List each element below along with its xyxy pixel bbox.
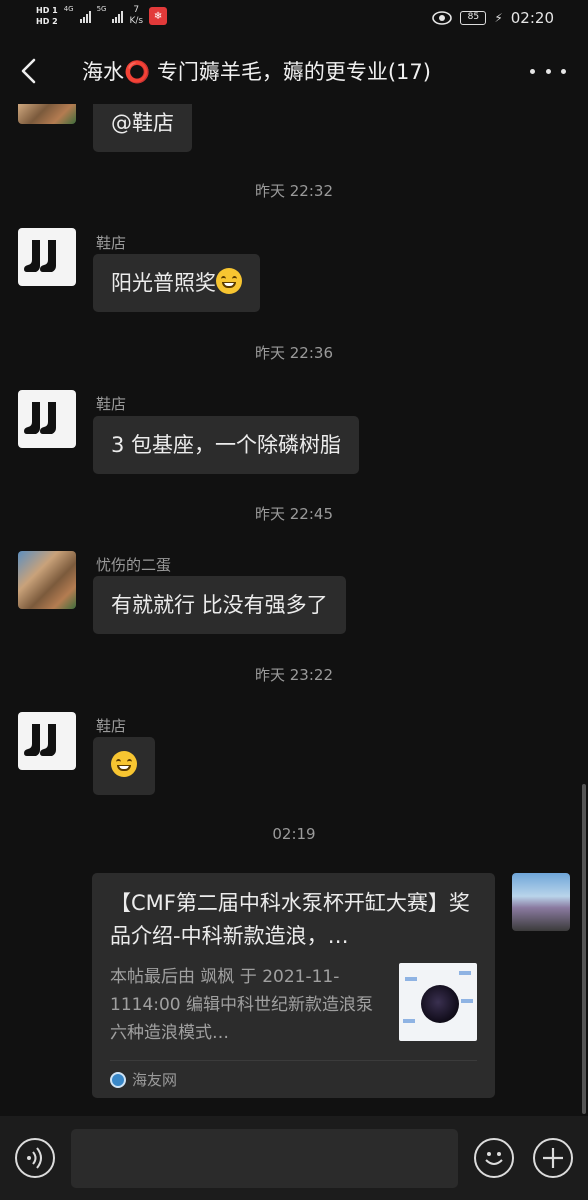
status-left: HD 1 HD 2 4G 5G 7 K/s ❄: [36, 5, 168, 27]
net-speed-unit: K/s: [129, 16, 144, 26]
avatar-shoe-store[interactable]: [18, 228, 76, 286]
message-bubble[interactable]: 阳光普照奖: [93, 254, 260, 312]
smiley-icon: [485, 1152, 503, 1165]
sender-name: 忧伤的二蛋: [96, 556, 172, 574]
message-bubble[interactable]: @鞋店: [93, 104, 192, 152]
avatar-user[interactable]: [18, 104, 76, 124]
link-card-thumbnail: [399, 963, 477, 1041]
battery-level: 85: [460, 11, 487, 25]
sender-name: 鞋店: [96, 395, 127, 413]
voice-button[interactable]: [15, 1138, 55, 1178]
more-dot: [561, 68, 566, 74]
avatar-user[interactable]: [18, 551, 76, 609]
notification-app-icon: ❄: [149, 7, 168, 25]
sender-name: 鞋店: [96, 717, 127, 735]
more-actions-button[interactable]: [533, 1138, 573, 1178]
sig2-type: 5G: [96, 5, 107, 13]
link-card-source: 海友网: [110, 1060, 477, 1098]
source-logo-icon: [110, 1071, 126, 1088]
emoji-button[interactable]: [474, 1138, 514, 1178]
input-bar: [0, 1116, 588, 1200]
voice-icon: [27, 1147, 42, 1169]
sig1-type: 4G: [63, 5, 74, 13]
back-button[interactable]: [14, 54, 44, 88]
chevron-left-icon: [21, 58, 36, 84]
net-speed: 7 K/s: [129, 5, 143, 27]
message-bubble[interactable]: 有就就行 比没有强多了: [93, 576, 346, 634]
more-dot: [545, 68, 551, 74]
avatar-shoe-store[interactable]: [18, 390, 76, 448]
timestamp: 昨天 23:22: [255, 666, 333, 684]
wave-pump-image: [421, 985, 459, 1023]
avatar-shoe-store[interactable]: [18, 712, 76, 770]
status-bar: HD 1 HD 2 4G 5G 7 K/s ❄ 85 ⚡ 02:20: [0, 0, 588, 38]
source-name: 海友网: [132, 1071, 178, 1089]
more-button[interactable]: [530, 60, 566, 82]
plus-icon: [543, 1148, 563, 1168]
eye-icon: [432, 11, 453, 25]
net-speed-value: 7: [133, 5, 140, 15]
boots-avatar-icon: [24, 240, 56, 272]
chat-header: 海水⭕ 专门薅羊毛，薅的更专业(17): [0, 38, 588, 104]
grin-emoji-icon: [111, 751, 137, 777]
link-card-body: 本帖最后由 飒枫 于 2021-11-1114:00 编辑中科世纪新款造浪泵六种…: [110, 963, 477, 1051]
thumbnail-label: [403, 1019, 415, 1023]
sender-name: 鞋店: [96, 234, 127, 252]
timestamp: 昨天 22:32: [255, 182, 333, 200]
hd-indicators: HD 1 HD 2: [36, 6, 58, 27]
chat-area[interactable]: @鞋店 昨天 22:32 鞋店 阳光普照奖 昨天 22:36 鞋店 3 包基座，…: [0, 104, 588, 1116]
timestamp: 昨天 22:36: [255, 344, 333, 362]
link-card-title: 【CMF第二届中科水泵杯开缸大赛】奖品介绍-中科新款造浪，…: [110, 891, 470, 948]
signal-2-icon: [112, 9, 124, 23]
hd1-label: HD 1: [36, 5, 58, 15]
grin-emoji-icon: [216, 268, 242, 294]
avatar-self[interactable]: [512, 873, 570, 931]
charging-icon: ⚡: [494, 11, 503, 25]
message-bubble[interactable]: [93, 737, 155, 795]
chat-title: 海水⭕ 专门薅羊毛，薅的更专业(17): [82, 60, 431, 84]
thumbnail-label: [405, 977, 417, 981]
link-card[interactable]: 【CMF第二届中科水泵杯开缸大赛】奖品介绍-中科新款造浪，… 本帖最后由 飒枫 …: [92, 873, 495, 1098]
signal-1-icon: [79, 9, 91, 23]
thumbnail-label: [461, 999, 473, 1003]
thumbnail-label: [459, 971, 471, 975]
status-right: 85 ⚡ 02:20: [432, 9, 554, 27]
scrollbar[interactable]: [582, 784, 586, 1114]
link-card-description: 本帖最后由 飒枫 于 2021-11-1114:00 编辑中科世纪新款造浪泵六种…: [110, 967, 374, 1043]
message-bubble[interactable]: 3 包基座，一个除磷树脂: [93, 416, 360, 474]
hd2-label: HD 2: [36, 16, 58, 26]
boots-avatar-icon: [24, 402, 56, 434]
clock: 02:20: [510, 9, 554, 27]
timestamp: 昨天 22:45: [255, 505, 333, 523]
boots-avatar-icon: [24, 724, 56, 756]
message-text: 阳光普照奖: [111, 271, 216, 295]
timestamp: 02:19: [272, 825, 316, 843]
more-dot: [530, 68, 535, 74]
message-input[interactable]: [71, 1129, 458, 1188]
